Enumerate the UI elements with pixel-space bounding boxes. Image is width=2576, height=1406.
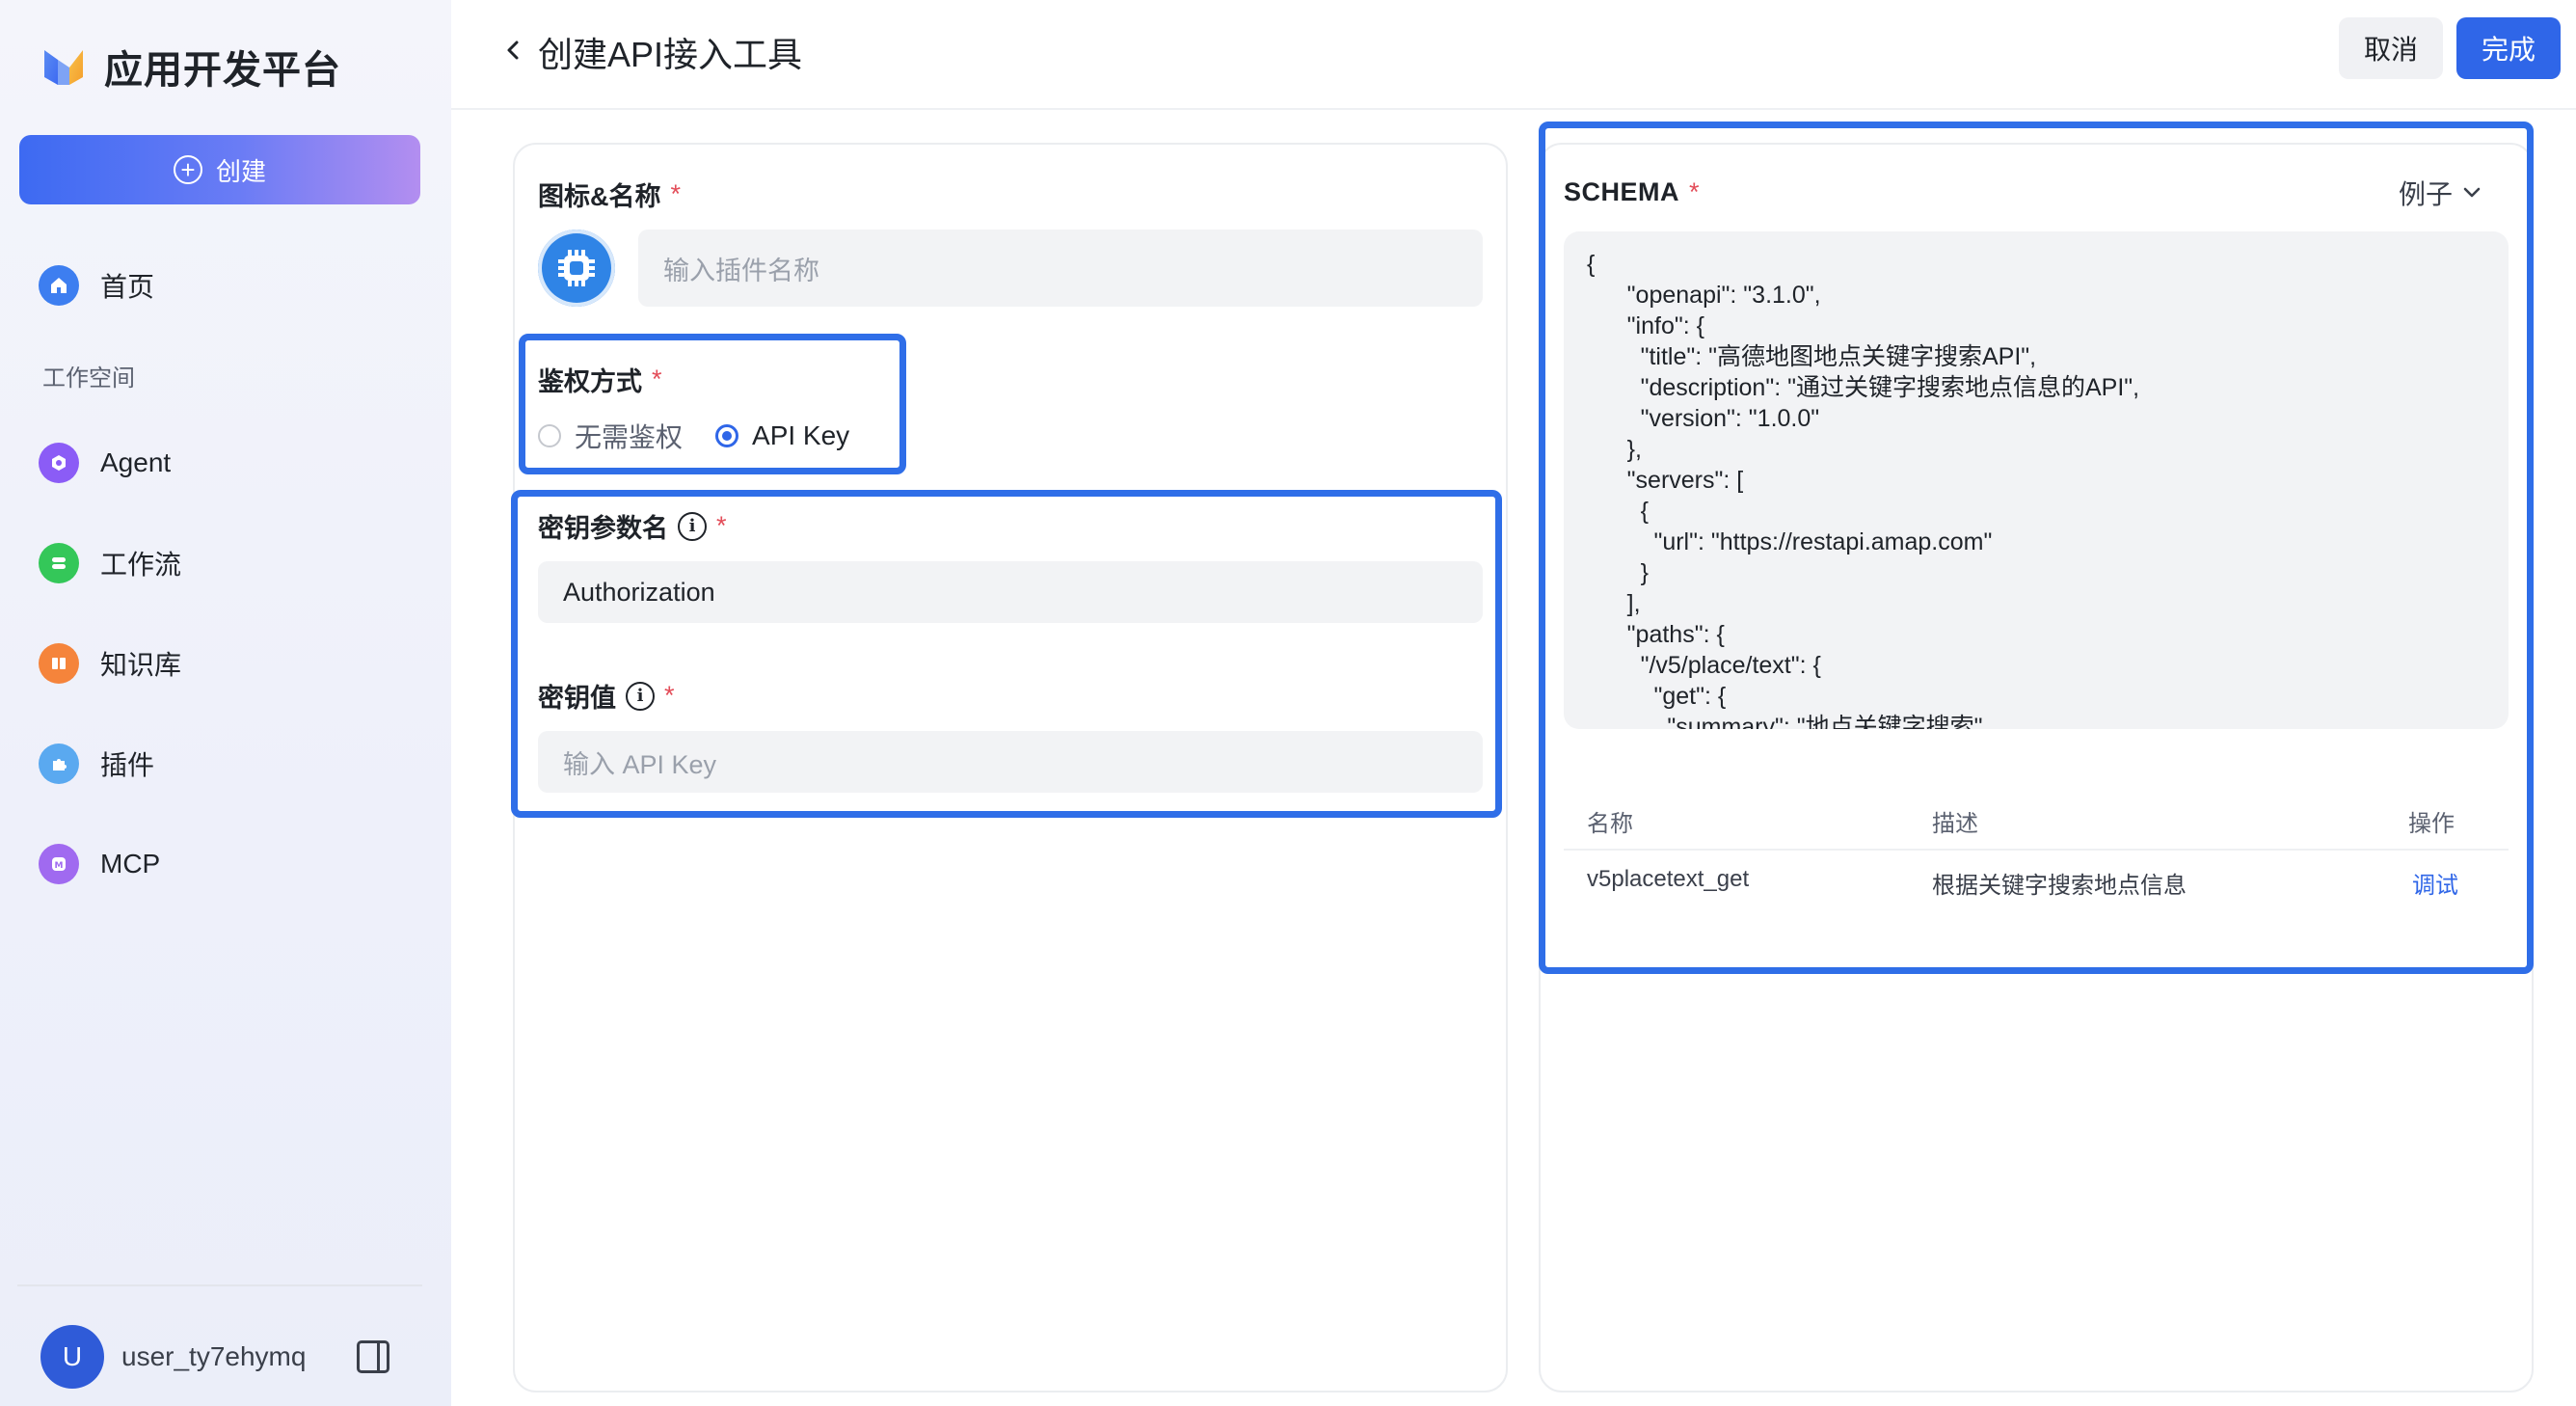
key-name-label: 密钥参数名 i * — [538, 507, 727, 545]
sidebar-item-workflow[interactable]: 工作流 — [39, 536, 181, 590]
debug-link[interactable]: 调试 — [2412, 866, 2458, 900]
key-value-label: 密钥值 i * — [538, 677, 675, 715]
key-value-label-text: 密钥值 — [538, 684, 616, 713]
schema-code[interactable]: { "openapi": "3.1.0", "info": { "title":… — [1587, 249, 2139, 729]
mcp-icon: M — [39, 844, 79, 884]
radio-unchecked-icon — [538, 424, 561, 447]
auth-option-api-key[interactable]: API Key — [715, 420, 849, 451]
svg-text:M: M — [55, 861, 64, 871]
table-divider — [1564, 849, 2509, 851]
key-name-input[interactable]: Authorization — [538, 561, 1483, 623]
sidebar-item-home[interactable]: 首页 — [39, 258, 154, 312]
radio-checked-icon — [715, 424, 739, 447]
chip-icon — [558, 250, 595, 286]
sidebar-item-plugins[interactable]: 插件 — [39, 737, 154, 791]
required-mark: * — [652, 365, 662, 393]
done-button[interactable]: 完成 — [2456, 17, 2561, 79]
required-mark: * — [716, 511, 727, 540]
brand-logo-icon — [44, 50, 83, 85]
schema-label: SCHEMA * — [1564, 177, 1700, 207]
schema-label-text: SCHEMA — [1564, 177, 1680, 206]
sidebar-item-label: 工作流 — [100, 550, 182, 580]
cancel-button[interactable]: 取消 — [2339, 17, 2443, 79]
sidebar-toggle-icon[interactable] — [357, 1340, 389, 1373]
schema-editor[interactable]: { "openapi": "3.1.0", "info": { "title":… — [1564, 231, 2509, 729]
auth-radio-group: 无需鉴权 API Key — [538, 417, 849, 455]
workflow-icon — [39, 543, 79, 583]
user-profile[interactable]: U user_ty7ehymq — [40, 1325, 306, 1389]
page-title: 创建API接入工具 — [538, 35, 803, 74]
plugin-name-input[interactable]: 输入插件名称 — [638, 230, 1483, 307]
sidebar-item-label: 知识库 — [100, 650, 182, 680]
table-cell-name: v5placetext_get — [1587, 866, 1750, 892]
table-header-name: 名称 — [1587, 811, 1633, 837]
plus-circle-icon: + — [173, 155, 202, 184]
avatar: U — [40, 1325, 104, 1389]
name-field-label: 图标&名称 * — [538, 176, 681, 213]
sidebar-item-label: Agent — [100, 447, 172, 477]
puzzle-icon — [39, 744, 79, 784]
auth-method-label: 鉴权方式 * — [538, 361, 662, 398]
api-key-input[interactable]: 输入 API Key — [538, 731, 1483, 793]
workspace-section-label: 工作空间 — [42, 365, 135, 392]
brand: 应用开发平台 — [42, 39, 341, 95]
sidebar-item-label: 插件 — [100, 750, 155, 780]
sidebar: 应用开发平台 + 创建 首页 工作空间 Agent 工作流 知识库 插件 M M… — [0, 0, 451, 1406]
auth-option-label: API Key — [752, 420, 850, 450]
brand-name: 应用开发平台 — [104, 49, 341, 92]
book-icon — [39, 643, 79, 684]
required-mark: * — [1689, 177, 1701, 206]
create-button-label: 创建 — [215, 156, 266, 186]
table-header-description: 描述 — [1932, 811, 1978, 837]
auth-label-text: 鉴权方式 — [538, 367, 642, 396]
name-label-text: 图标&名称 — [538, 182, 661, 211]
sidebar-item-agent[interactable]: Agent — [39, 436, 171, 490]
info-icon[interactable]: i — [626, 681, 655, 711]
page-header: 创建API接入工具 取消 完成 — [451, 0, 2576, 110]
example-dropdown-label: 例子 — [2399, 179, 2454, 209]
example-dropdown[interactable]: 例子 — [2399, 174, 2482, 212]
auth-option-none[interactable]: 无需鉴权 — [538, 417, 683, 455]
sidebar-divider — [17, 1284, 422, 1286]
sidebar-item-mcp[interactable]: M MCP — [39, 837, 160, 891]
sidebar-item-label: MCP — [100, 849, 161, 879]
username: user_ty7ehymq — [121, 1341, 307, 1371]
required-mark: * — [670, 179, 682, 208]
table-cell-description: 根据关键字搜索地点信息 — [1932, 873, 2187, 899]
sidebar-item-knowledge[interactable]: 知识库 — [39, 636, 181, 690]
auth-option-label: 无需鉴权 — [575, 422, 684, 452]
back-chevron-icon[interactable] — [494, 31, 532, 69]
info-icon[interactable]: i — [678, 511, 707, 541]
table-header-action: 操作 — [2408, 811, 2455, 837]
create-button[interactable]: + 创建 — [19, 135, 420, 204]
key-name-label-text: 密钥参数名 — [538, 514, 668, 543]
required-mark: * — [664, 681, 675, 710]
chevron-down-icon — [2463, 187, 2481, 198]
sidebar-item-label: 首页 — [100, 272, 155, 302]
home-icon — [39, 265, 79, 306]
agent-icon — [39, 443, 79, 483]
plugin-icon-picker[interactable] — [538, 230, 615, 307]
